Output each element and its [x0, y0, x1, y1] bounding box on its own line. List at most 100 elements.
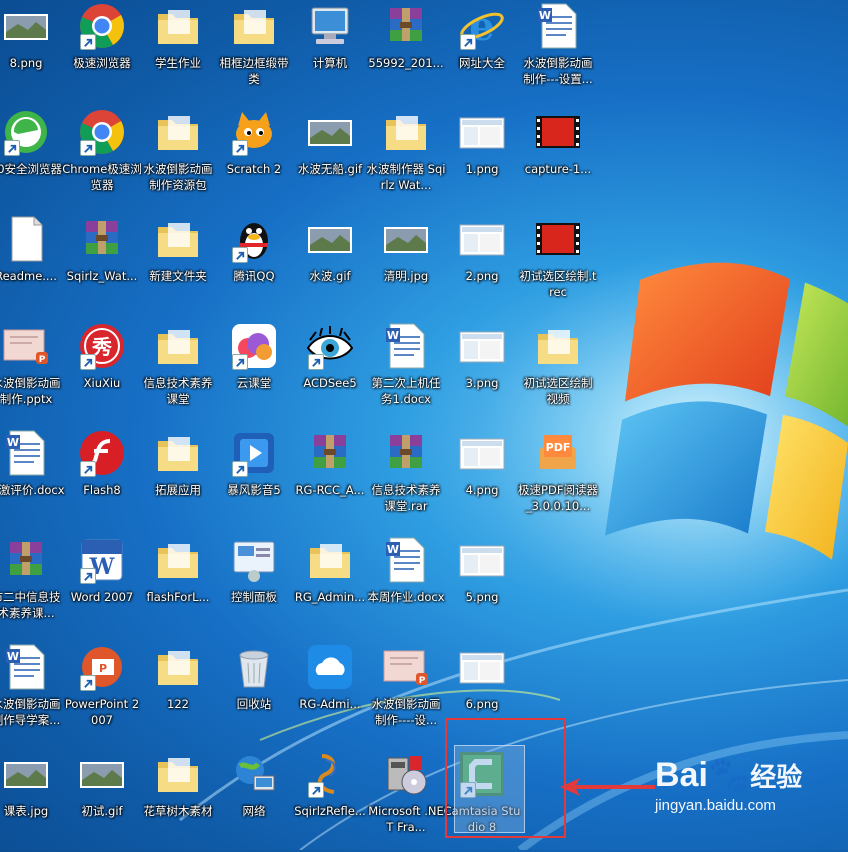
desktop-icon[interactable]: W Word 2007: [64, 534, 140, 638]
chrome-browser-icon: [78, 2, 126, 50]
shortcut-arrow-icon: [4, 140, 20, 156]
desktop-icon[interactable]: SqirlzRefle...: [292, 748, 368, 852]
desktop-icon[interactable]: 新建文件夹: [140, 213, 216, 317]
desktop-icon[interactable]: 极速浏览器: [64, 0, 140, 104]
desktop-icon[interactable]: 水波无船.gif: [292, 106, 368, 210]
word-document-icon: W: [2, 643, 50, 691]
image-file-icon: [306, 215, 354, 263]
desktop-icon[interactable]: P PowerPoint 2007: [64, 641, 140, 745]
desktop-icon-label: 新建文件夹: [149, 269, 207, 283]
desktop-icon[interactable]: 信息技术素养课堂.rar: [368, 427, 444, 531]
desktop-icon-label: 5.png: [465, 590, 499, 604]
desktop-icon[interactable]: 云课堂: [216, 320, 292, 424]
winrar-archive-icon: [382, 429, 430, 477]
powerpoint-app-icon: P: [78, 643, 126, 691]
desktop-icon-label: 信息技术素养课堂.rar: [371, 483, 441, 513]
desktop-icon[interactable]: Readme....: [0, 213, 64, 317]
desktop-icon[interactable]: 初试选区绘制视频: [520, 320, 596, 424]
camtasia-recording-icon: [534, 215, 582, 263]
desktop-icon-label: 水波倒影动画制作----设...: [371, 697, 441, 727]
shortcut-arrow-icon: [80, 461, 96, 477]
shortcut-arrow-icon: [308, 354, 324, 370]
desktop-icon[interactable]: 水波.gif: [292, 213, 368, 317]
desktop-icon[interactable]: Microsoft .NET Fra...: [368, 748, 444, 852]
paw-icon: 🐾: [707, 756, 751, 794]
desktop-icon[interactable]: capture-1...: [520, 106, 596, 210]
screenshot-file-icon: [458, 215, 506, 263]
screenshot-file-icon: [458, 108, 506, 156]
desktop-icon[interactable]: 课表.jpg: [0, 748, 64, 852]
desktop-icon[interactable]: 4.png: [444, 427, 520, 531]
desktop-icon-label: 信息技术素养课堂: [143, 376, 213, 406]
desktop-icon[interactable]: RG-Admi...: [292, 641, 368, 745]
desktop-icon[interactable]: W 第二次上机任务1.docx: [368, 320, 444, 424]
desktop-icon-label: 55992_201...: [368, 56, 444, 70]
desktop-icon[interactable]: 55992_201...: [368, 0, 444, 104]
desktop-icon[interactable]: 市二中信息技术素养课...: [0, 534, 64, 638]
desktop-icon[interactable]: 网络: [216, 748, 292, 852]
desktop-icon[interactable]: W 群激评价.docx: [0, 427, 65, 531]
desktop-icon[interactable]: 暴风影音5: [216, 427, 292, 531]
desktop-icon[interactable]: 秀 XiuXiu: [64, 320, 140, 424]
desktop-icon[interactable]: W 本周作业.docx: [367, 534, 445, 638]
word-document-icon: W: [2, 429, 50, 477]
desktop-icon[interactable]: 相框边框缎带类: [216, 0, 292, 104]
desktop-icon[interactable]: 8.png: [0, 0, 64, 104]
desktop-icon-label: Sqirlz_Wat...: [66, 269, 138, 283]
desktop-icon[interactable]: 腾讯QQ: [216, 213, 292, 317]
desktop-icon[interactable]: PDF 极速PDF阅读器_3.0.0.10...: [518, 427, 598, 531]
desktop-icon[interactable]: 2.png: [444, 213, 520, 317]
winrar-archive-icon: [78, 215, 126, 263]
desktop-icon[interactable]: flashForL...: [140, 534, 216, 638]
shortcut-arrow-icon: [80, 34, 96, 50]
desktop-icon-label: 腾讯QQ: [233, 269, 275, 283]
desktop-icon[interactable]: Flash8: [64, 427, 140, 531]
desktop-icon[interactable]: 清明.jpg: [368, 213, 444, 317]
desktop-icon[interactable]: 3.png: [444, 320, 520, 424]
desktop-icon[interactable]: P 水波倒影动画制作.pptx: [0, 320, 64, 424]
desktop-icon[interactable]: 1.png: [444, 106, 520, 210]
shortcut-arrow-icon: [80, 568, 96, 584]
desktop-icon[interactable]: Chrome极速浏览器: [62, 106, 142, 210]
cloud-app-icon: [306, 643, 354, 691]
desktop-icon-label: 极速PDF阅读器_3.0.0.10...: [518, 483, 598, 513]
desktop-icon[interactable]: 学生作业: [140, 0, 216, 104]
desktop-icon[interactable]: 初试.gif: [64, 748, 140, 852]
desktop-icon[interactable]: 初试选区绘制.trec: [519, 213, 597, 317]
desktop-icon-label: Readme....: [0, 269, 57, 283]
desktop-icon[interactable]: Scratch 2: [216, 106, 292, 210]
screenshot-file-icon: [458, 643, 506, 691]
desktop-icon[interactable]: 回收站: [216, 641, 292, 745]
desktop-icon[interactable]: 水波制作器 Sqirlz Wat...: [367, 106, 445, 210]
desktop-icon-label: 极速浏览器: [73, 56, 131, 70]
desktop-icon[interactable]: 控制面板: [216, 534, 292, 638]
svg-text:PDF: PDF: [546, 441, 571, 454]
desktop-icon[interactable]: 5.png: [444, 534, 520, 638]
desktop-icon-label: 群激评价.docx: [0, 483, 65, 497]
desktop-icon[interactable]: 信息技术素养课堂: [140, 320, 216, 424]
desktop-icon[interactable]: e 网址大全: [444, 0, 520, 104]
desktop-icon[interactable]: 水波倒影动画制作资源包: [140, 106, 216, 210]
desktop-icon[interactable]: 60安全浏览器: [0, 106, 64, 210]
desktop-icon-label: capture-1...: [524, 162, 592, 176]
desktop-icon-label: 水波无船.gif: [297, 162, 363, 176]
desktop-icon[interactable]: P 水波倒影动画制作----设...: [368, 641, 444, 745]
desktop-icon-label: Chrome极速浏览器: [62, 162, 142, 192]
desktop-icon[interactable]: W 水波倒影动画制作---设置...: [520, 0, 596, 104]
desktop-icon-label: 8.png: [9, 56, 43, 70]
desktop-icon[interactable]: Sqirlz_Wat...: [64, 213, 140, 317]
svg-text:W: W: [539, 9, 551, 22]
desktop-icon-label: 水波.gif: [309, 269, 351, 283]
desktop-icon[interactable]: 花草树木素材: [140, 748, 216, 852]
desktop-icon[interactable]: 122: [140, 641, 216, 745]
folder-icon: [154, 429, 202, 477]
desktop-icon[interactable]: RG-RCC_A...: [292, 427, 368, 531]
desktop-icon-label: RG_Admin...: [294, 590, 366, 604]
desktop-icon[interactable]: 计算机: [292, 0, 368, 104]
desktop-icon[interactable]: 拓展应用: [140, 427, 216, 531]
desktop-icon[interactable]: RG_Admin...: [292, 534, 368, 638]
desktop-icon[interactable]: W 水波倒影动画制作导学案...: [0, 641, 64, 745]
desktop-icon-label: 60安全浏览器: [0, 162, 63, 176]
camtasia-highlight-box: [445, 718, 566, 838]
desktop-icon[interactable]: ACDSee5: [292, 320, 368, 424]
